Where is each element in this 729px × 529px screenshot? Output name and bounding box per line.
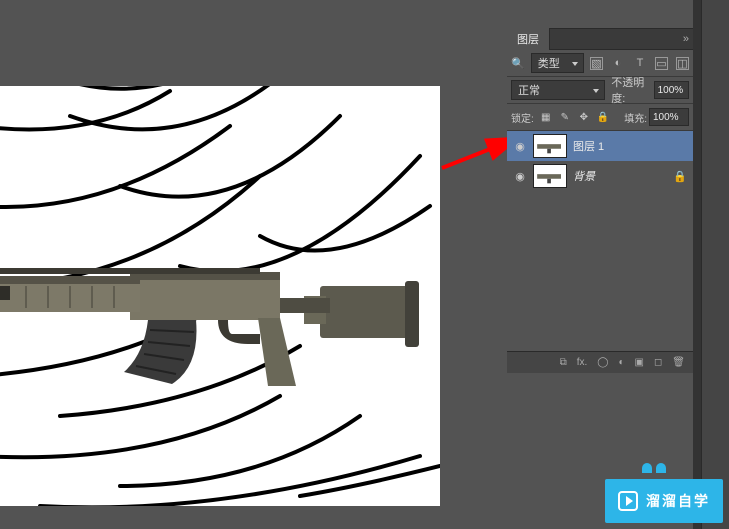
layer-lock-icon: 🔒 [673, 170, 687, 183]
delete-layer-icon[interactable]: 🗑 [672, 357, 685, 368]
layer-item-background[interactable]: ◉ 背景 🔒 [507, 161, 693, 191]
layer-name-label: 图层 1 [573, 138, 604, 154]
link-layers-icon[interactable]: ⧉ [560, 357, 567, 368]
opacity-label: 不透明度: [611, 74, 651, 106]
blend-mode-select[interactable]: 正常 [511, 80, 605, 100]
collapsed-panel-strip[interactable] [701, 0, 729, 529]
watermark: 溜溜自学 [605, 479, 723, 523]
visibility-toggle-icon[interactable]: ◉ [513, 169, 527, 183]
layers-panel: 图层 » 🔍 类型 ▧ ◐ T ▭ ◫ 正常 不透明度: 100% 锁定: ▦ … [507, 28, 693, 373]
filter-pixel-icon[interactable]: ▧ [590, 57, 603, 70]
layer-name-label: 背景 [573, 168, 595, 184]
filter-icon-group: ▧ ◐ T ▭ ◫ [590, 56, 689, 70]
layer-thumbnail[interactable] [533, 164, 567, 188]
layer-mask-icon[interactable]: ◯ [597, 357, 608, 368]
image-canvas [0, 86, 440, 506]
filter-text-icon[interactable]: T [633, 56, 647, 70]
watermark-play-icon [618, 491, 638, 511]
lock-transparency-icon[interactable]: ▦ [539, 110, 553, 124]
layer-filter-row: 🔍 类型 ▧ ◐ T ▭ ◫ [507, 50, 693, 77]
panel-menu-icon[interactable]: » [683, 33, 689, 45]
filter-adjust-icon[interactable]: ◐ [611, 56, 625, 70]
layer-fx-icon[interactable]: fx. [577, 357, 588, 368]
filter-search-icon[interactable]: 🔍 [511, 57, 525, 70]
watermark-text: 溜溜自学 [646, 491, 710, 511]
lock-fill-row: 锁定: ▦ ✎ ✥ 🔒 填充: 100% [507, 104, 693, 131]
layer-thumbnail[interactable] [533, 134, 567, 158]
lock-move-icon[interactable]: ✥ [577, 110, 591, 124]
layer-list: ◉ 图层 1 ◉ 背景 🔒 [507, 131, 693, 351]
panel-tab-header: 图层 » [507, 28, 693, 50]
blend-opacity-row: 正常 不透明度: 100% [507, 77, 693, 104]
adjustment-layer-icon[interactable]: ◐ [618, 357, 624, 368]
layer-group-icon[interactable]: ▣ [635, 357, 644, 368]
fill-label: 填充: [624, 110, 647, 125]
layer-item-1[interactable]: ◉ 图层 1 [507, 131, 693, 161]
canvas-art [0, 86, 440, 506]
lock-all-icon[interactable]: 🔒 [596, 110, 610, 124]
filter-shape-icon[interactable]: ▭ [655, 57, 668, 70]
visibility-toggle-icon[interactable]: ◉ [513, 139, 527, 153]
lock-label: 锁定: [511, 110, 534, 125]
layers-tab[interactable]: 图层 [507, 28, 550, 50]
filter-type-select[interactable]: 类型 [531, 53, 584, 73]
panel-divider [693, 0, 701, 529]
new-layer-icon[interactable]: ◻ [654, 357, 662, 368]
fill-field[interactable]: 100% [649, 108, 689, 126]
filter-smart-icon[interactable]: ◫ [676, 57, 689, 70]
opacity-field[interactable]: 100% [654, 81, 689, 99]
lock-paint-icon[interactable]: ✎ [558, 110, 572, 124]
layer-footer: ⧉ fx. ◯ ◐ ▣ ◻ 🗑 [507, 351, 693, 373]
